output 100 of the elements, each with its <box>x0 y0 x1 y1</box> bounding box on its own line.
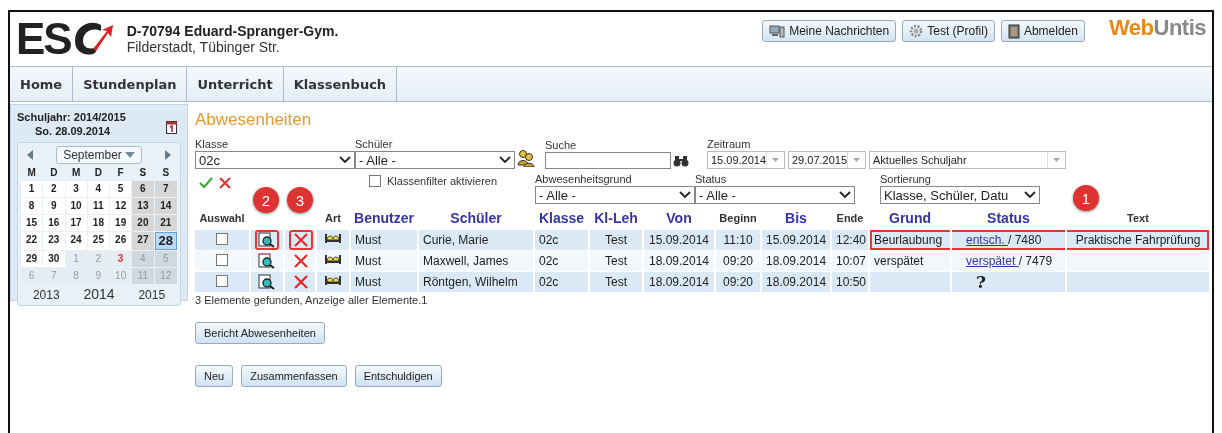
column-header[interactable]: Status <box>987 210 1030 226</box>
status-link[interactable]: verspätet <box>956 254 1019 268</box>
next-month-icon[interactable] <box>164 150 171 160</box>
sort-select[interactable]: Klasse, Schüler, Datu <box>880 186 1040 204</box>
calendar-day[interactable]: 19 <box>110 215 132 231</box>
column-header[interactable]: Kl-Leh <box>594 210 638 226</box>
action-button[interactable]: Entschuldigen <box>354 365 442 387</box>
reason-select[interactable]: - Alle - <box>535 186 695 204</box>
calendar-day[interactable]: 22 <box>21 232 43 250</box>
table-cell: 18.09.2014 <box>644 272 714 292</box>
calendar-day[interactable]: 21 <box>154 215 177 231</box>
check-icon[interactable] <box>199 177 213 189</box>
weekday-label: D <box>93 166 103 180</box>
calendar-day[interactable]: 24 <box>65 232 87 250</box>
calendar-day[interactable]: 23 <box>43 232 65 250</box>
calendar-day[interactable]: 14 <box>154 198 177 214</box>
result-summary: 3 Elemente gefunden, Anzeige aller Elemente.1 <box>195 294 429 306</box>
calendar-day[interactable]: 17 <box>65 215 87 231</box>
bed-icon <box>324 275 342 286</box>
calendar-day[interactable]: 16 <box>43 215 65 231</box>
year-link[interactable]: 2013 <box>32 288 60 302</box>
row-checkbox[interactable] <box>216 253 228 266</box>
calendar-day[interactable]: 25 <box>87 232 109 250</box>
nav-tab[interactable]: Home <box>10 67 74 101</box>
action-button[interactable]: Neu <box>195 365 234 387</box>
calendar-day[interactable]: 29 <box>21 251 43 267</box>
column-header[interactable]: Klasse <box>538 210 585 226</box>
table-cell: Test <box>590 251 642 271</box>
table-cell: Röntgen, Wilhelm <box>419 272 533 292</box>
school-year-label: Schuljahr: 2014/2015 <box>17 111 126 123</box>
calendar-day[interactable]: 26 <box>110 232 132 250</box>
nav-tab[interactable]: Stundenplan <box>73 67 188 101</box>
calendar-day[interactable]: 28 <box>154 232 177 250</box>
row-checkbox[interactable] <box>216 232 228 245</box>
period-select[interactable]: Aktuelles Schuljahr <box>869 151 1066 169</box>
calendar-day[interactable]: 3 <box>110 251 132 267</box>
status-link[interactable]: entsch. <box>956 233 1009 247</box>
calendar-day[interactable]: 7 <box>154 181 177 197</box>
column-header[interactable]: Bis <box>785 210 807 226</box>
year-link[interactable]: 2015 <box>138 288 166 302</box>
calendar-day[interactable]: 10 <box>65 198 87 214</box>
profile-button[interactable]: Test (Profil) <box>902 20 995 42</box>
column-header[interactable]: Grund <box>889 210 931 226</box>
row-checkbox[interactable] <box>216 274 228 287</box>
nav-tab[interactable]: Klassenbuch <box>283 67 398 101</box>
calendar-day[interactable]: 30 <box>43 251 65 267</box>
binoculars-icon[interactable] <box>673 155 689 167</box>
calendar-day[interactable]: 8 <box>21 198 43 214</box>
calendar-day[interactable]: 3 <box>65 181 87 197</box>
table-cell: 11:10 <box>716 230 760 250</box>
class-select[interactable]: 02c <box>195 151 355 169</box>
bed-icon <box>324 254 342 265</box>
calendar-day[interactable]: 9 <box>43 198 65 214</box>
calendar-day[interactable]: 18 <box>87 215 109 231</box>
previous-month-icon[interactable] <box>27 150 34 160</box>
caret-icon <box>772 158 780 162</box>
calendar-day[interactable]: 6 <box>132 181 154 197</box>
end-date-field[interactable]: 29.07.2015 <box>788 151 866 169</box>
start-date-field[interactable]: 15.09.2014 <box>707 151 785 169</box>
calendar-day[interactable]: 12 <box>110 198 132 214</box>
chevron-icon <box>839 191 851 199</box>
status-select[interactable]: - Alle - <box>695 186 855 204</box>
nav-tab[interactable]: Unterricht <box>187 67 284 101</box>
checkbox[interactable] <box>369 175 381 187</box>
action-button[interactable]: Zusammenfassen <box>241 365 347 387</box>
calendar-day[interactable]: 5 <box>110 181 132 197</box>
column-header[interactable]: Von <box>666 210 692 226</box>
table-cell: 09:20 <box>716 251 760 271</box>
caret-icon <box>1053 158 1060 162</box>
calendar-day[interactable]: 11 <box>87 198 109 214</box>
calendar-day[interactable]: 2 <box>43 181 65 197</box>
calendar-day[interactable]: 27 <box>132 232 154 250</box>
table-cell: 02c <box>535 230 588 250</box>
column-header[interactable]: Schüler <box>450 210 502 226</box>
calendar-day[interactable]: 13 <box>132 198 154 214</box>
weekday-label: D <box>49 166 59 180</box>
logout-button[interactable]: Abmelden <box>1000 20 1085 42</box>
messages-button[interactable]: Meine Nachrichten <box>762 20 897 42</box>
student-select[interactable]: - Alle - <box>355 151 515 169</box>
table-cell: 10:07 <box>832 251 868 271</box>
calendar-icon[interactable] <box>166 121 177 134</box>
callout-badge: 1 <box>1073 185 1099 211</box>
month-dropdown[interactable]: September <box>56 146 142 164</box>
report-button[interactable]: Bericht Abwesenheiten <box>195 322 325 344</box>
people-icon[interactable] <box>517 149 535 167</box>
column-header[interactable]: Benutzer <box>354 210 414 226</box>
table-cell: Test <box>590 230 642 250</box>
field-label: Klasse <box>195 138 230 151</box>
table-cell: 18.09.2014 <box>762 272 830 292</box>
details-icon[interactable] <box>255 230 279 250</box>
search-field[interactable] <box>545 152 671 169</box>
close-icon[interactable] <box>219 177 231 189</box>
table-cell: Test <box>590 272 642 292</box>
calendar-day[interactable]: 1 <box>21 181 43 197</box>
calendar-day[interactable]: 15 <box>21 215 43 231</box>
school-address: Filderstadt, Tübinger Str. <box>126 39 281 55</box>
calendar-day[interactable]: 20 <box>132 215 154 231</box>
chevron-icon <box>339 156 351 164</box>
calendar-day[interactable]: 4 <box>87 181 109 197</box>
year-link[interactable]: 2014 <box>83 286 115 302</box>
